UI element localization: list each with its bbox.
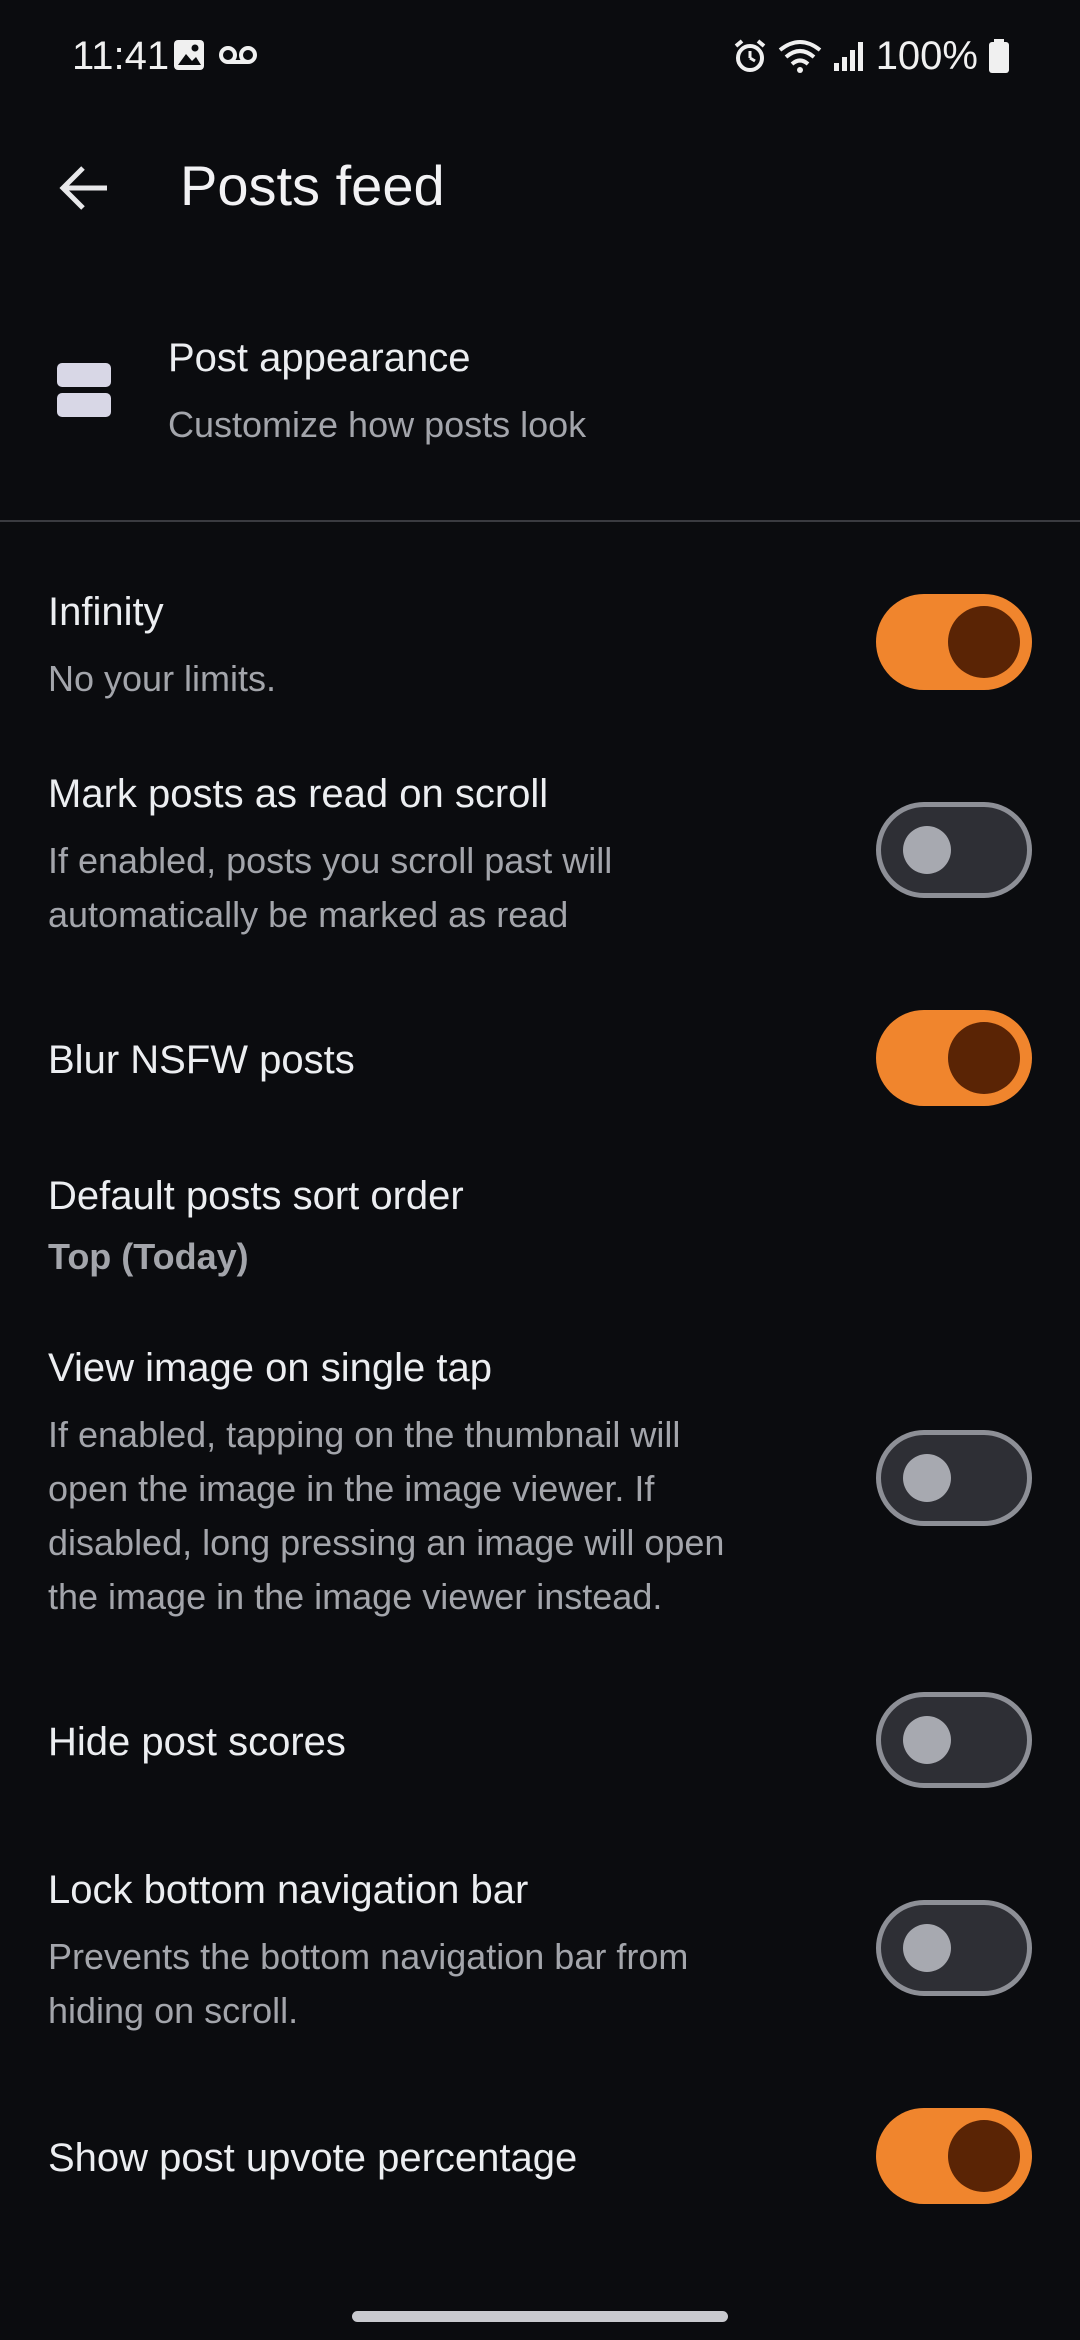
post-appearance-title: Post appearance: [168, 336, 471, 380]
single-tap-title: View image on single tap: [48, 1346, 492, 1390]
lock-nav-description-line1: Prevents the bottom navigation bar from: [48, 1936, 689, 1977]
infinity-title: Infinity: [48, 590, 164, 634]
toggle-knob: [948, 606, 1020, 678]
infinity-toggle[interactable]: [876, 594, 1032, 690]
single-tap-description-line1: If enabled, tapping on the thumbnail wil…: [48, 1414, 681, 1455]
lock-nav-title: Lock bottom navigation bar: [48, 1868, 529, 1912]
mark-read-toggle[interactable]: [876, 802, 1032, 898]
mark-read-title: Mark posts as read on scroll: [48, 772, 549, 816]
single-tap-description-line2: open the image in the image viewer. If: [48, 1468, 655, 1509]
section-divider: [0, 520, 1080, 522]
mark-read-description-line2: automatically be marked as read: [48, 894, 569, 935]
hide-scores-title: Hide post scores: [48, 1720, 346, 1764]
arrow-back-icon: [59, 166, 107, 210]
wifi-icon: [778, 40, 821, 73]
image-notification-icon: [174, 40, 204, 70]
upvote-percentage-toggle[interactable]: [876, 2108, 1032, 2204]
status-notification-icons: [172, 38, 258, 72]
view-agenda-icon: [57, 363, 111, 417]
battery-percentage: 100%: [875, 34, 978, 78]
post-appearance-subtitle: Customize how posts look: [168, 404, 587, 445]
default-sort-order-item[interactable]: Default posts sort order Top (Today): [48, 1170, 808, 1290]
blur-nsfw-title: Blur NSFW posts: [48, 1038, 355, 1082]
battery-icon: [989, 39, 1009, 73]
toggle-knob: [903, 1454, 951, 1502]
status-time: 11:41: [72, 34, 170, 78]
toggle-knob: [903, 826, 951, 874]
home-gesture-bar[interactable]: [352, 2311, 728, 2322]
single-tap-description-line3: disabled, long pressing an image will op…: [48, 1522, 725, 1563]
infinity-description: No your limits.: [48, 658, 277, 699]
toggle-knob: [903, 1924, 951, 1972]
mark-read-description-line1: If enabled, posts you scroll past will: [48, 840, 613, 881]
blur-nsfw-toggle[interactable]: [876, 1010, 1032, 1106]
single-tap-toggle[interactable]: [876, 1430, 1032, 1526]
toggle-knob: [948, 1022, 1020, 1094]
post-appearance-item[interactable]: [0, 300, 1080, 480]
lock-nav-toggle[interactable]: [876, 1900, 1032, 1996]
back-button[interactable]: [42, 146, 126, 230]
voicemail-icon: [219, 46, 257, 64]
default-sort-order-title: Default posts sort order: [48, 1174, 464, 1218]
hide-scores-toggle[interactable]: [876, 1692, 1032, 1788]
upvote-percentage-title: Show post upvote percentage: [48, 2136, 578, 2180]
page-title: Posts feed: [180, 154, 445, 217]
toggle-knob: [948, 2120, 1020, 2192]
toggle-knob: [903, 1716, 951, 1764]
single-tap-description-line4: the image in the image viewer instead.: [48, 1576, 663, 1617]
default-sort-order-value: Top (Today): [48, 1236, 249, 1277]
alarm-icon: [734, 39, 765, 72]
status-right-icons: 100%: [732, 30, 1010, 82]
signal-icon: [833, 42, 863, 71]
lock-nav-description-line2: hiding on scroll.: [48, 1990, 299, 2031]
